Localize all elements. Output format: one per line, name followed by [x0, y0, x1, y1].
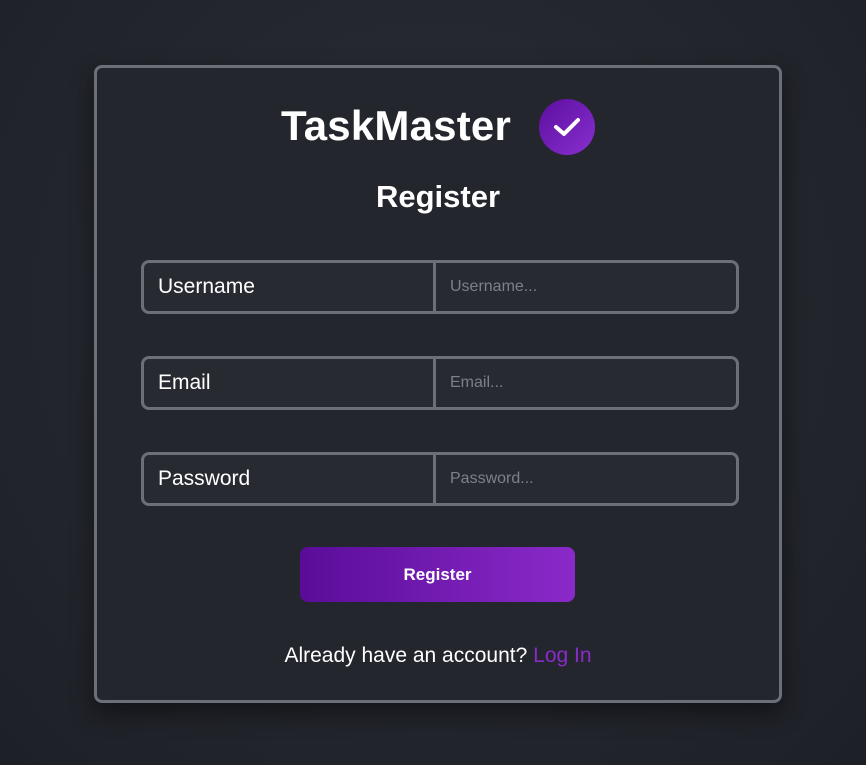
email-field: Email: [141, 356, 739, 410]
brand-badge: [539, 99, 595, 155]
check-icon: [554, 118, 580, 136]
login-prompt: Already have an account? Log In: [97, 644, 779, 668]
login-link[interactable]: Log In: [533, 644, 591, 667]
brand-header: TaskMaster: [97, 96, 779, 156]
register-card: TaskMaster Register Username Email Passw…: [94, 65, 782, 703]
register-button[interactable]: Register: [300, 547, 575, 602]
password-field: Password: [141, 452, 739, 506]
page-title: Register: [375, 179, 501, 214]
password-input[interactable]: [436, 455, 736, 503]
email-label: Email: [144, 359, 436, 407]
email-input[interactable]: [436, 359, 736, 407]
password-label: Password: [144, 455, 436, 503]
username-field: Username: [141, 260, 739, 314]
app-title: TaskMaster: [280, 102, 511, 149]
username-label: Username: [144, 263, 436, 311]
username-input[interactable]: [436, 263, 736, 311]
login-prompt-text: Already have an account?: [284, 644, 528, 667]
